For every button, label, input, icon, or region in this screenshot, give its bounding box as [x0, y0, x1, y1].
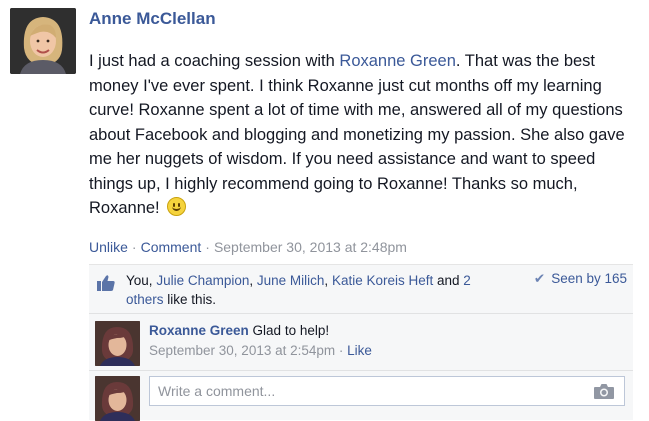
comment-link[interactable]: Comment	[141, 239, 202, 255]
likes-row: You, Julie Champion, June Milich, Katie …	[89, 265, 633, 314]
seen-by[interactable]: ✔ Seen by 165	[534, 271, 627, 287]
comment-like-link[interactable]: Like	[347, 343, 372, 358]
commenter-avatar[interactable]	[95, 321, 140, 366]
post-text: I just had a coaching session with Roxan…	[89, 49, 641, 221]
comment-box	[149, 376, 625, 406]
separator-dot: ·	[205, 239, 210, 255]
current-user-avatar	[95, 376, 140, 421]
feedback-section: You, Julie Champion, June Milich, Katie …	[89, 264, 633, 421]
commenter-name[interactable]: Roxanne Green	[149, 323, 249, 338]
author-avatar[interactable]	[10, 8, 76, 74]
post-author-name[interactable]: Anne McClellan	[89, 9, 216, 29]
comment-item: Roxanne Green Glad to help! September 30…	[89, 314, 633, 371]
comment-timestamp[interactable]: September 30, 2013 at 2:54pm	[149, 343, 335, 358]
likes-and: and	[437, 273, 460, 288]
likes-summary: You, Julie Champion, June Milich, Katie …	[126, 273, 471, 307]
separator-dot: ·	[131, 239, 137, 255]
seen-by-label: Seen by 165	[551, 271, 627, 286]
comment-body: Roxanne Green Glad to help! September 30…	[149, 321, 372, 361]
mention-link[interactable]: Roxanne Green	[339, 52, 456, 70]
post-timestamp[interactable]: September 30, 2013 at 2:48pm	[214, 239, 407, 255]
write-comment-row	[89, 371, 633, 421]
smiley-icon	[167, 197, 187, 216]
liker-link[interactable]: Katie Koreis Heft	[332, 273, 433, 288]
comment-input[interactable]	[150, 377, 596, 405]
liker-link[interactable]: June Milich	[257, 273, 325, 288]
checkmark-icon: ✔	[533, 271, 546, 286]
likes-suffix: like this.	[167, 292, 217, 307]
unlike-link[interactable]: Unlike	[89, 239, 128, 255]
post-text-part: I just had a coaching session with	[89, 52, 340, 70]
separator-dot: ·	[335, 343, 348, 358]
comment-text: Glad to help!	[252, 323, 330, 338]
liker-link[interactable]: Julie Champion	[156, 273, 249, 288]
camera-icon[interactable]	[593, 382, 615, 400]
post-actions: Unlike · Comment · September 30, 2013 at 2:4…	[89, 239, 407, 255]
likes-you: You,	[126, 273, 153, 288]
post-text-part: . That was the best money I've ever spen…	[89, 52, 625, 217]
thumbs-up-icon	[97, 275, 115, 291]
